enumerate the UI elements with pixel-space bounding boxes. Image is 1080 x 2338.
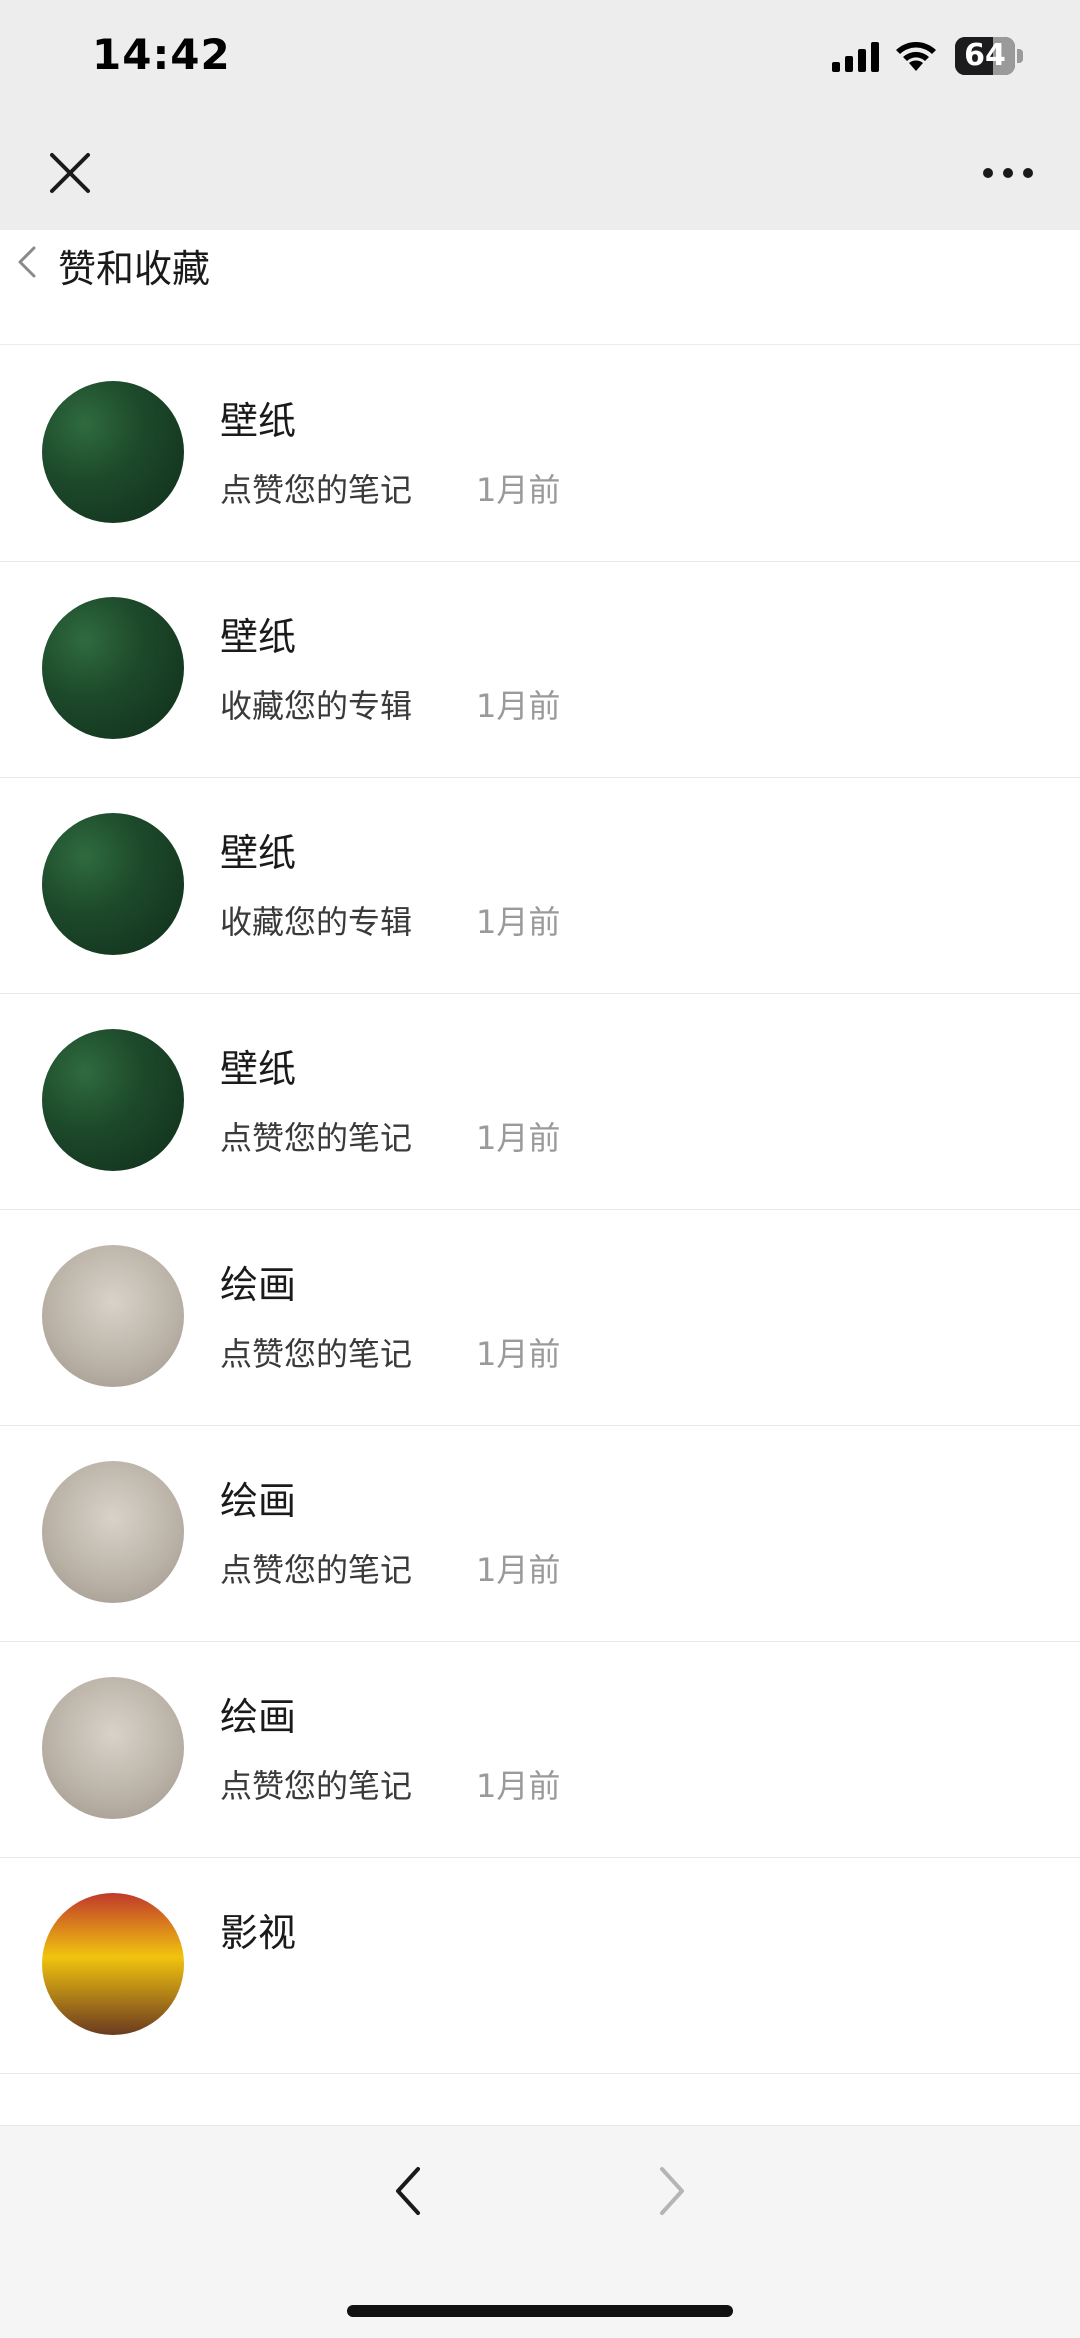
notification-row[interactable]: 绘画点赞您的笔记 1月前 xyxy=(0,1425,1080,1642)
avatar[interactable] xyxy=(42,597,184,739)
notification-row[interactable]: 绘画点赞您的笔记 1月前 xyxy=(0,1641,1080,1858)
avatar[interactable] xyxy=(42,1029,184,1171)
notification-time: 1月前 xyxy=(476,903,561,941)
notification-row[interactable]: 绘画点赞您的笔记 1月前 xyxy=(0,1209,1080,1426)
notification-action: 点赞您的笔记 xyxy=(220,471,413,509)
nav-bar xyxy=(0,115,1080,230)
notification-action: 点赞您的笔记 xyxy=(220,1767,413,1805)
notification-row[interactable]: 壁纸点赞您的笔记 1月前 xyxy=(0,345,1080,562)
avatar[interactable] xyxy=(42,1893,184,2035)
notification-row[interactable]: 壁纸收藏您的专辑 1月前 xyxy=(0,561,1080,778)
notification-user-name: 绘画 xyxy=(220,1263,297,1307)
notification-user-name: 壁纸 xyxy=(220,399,297,443)
page-header: 赞和收藏 xyxy=(0,230,1080,345)
avatar[interactable] xyxy=(42,813,184,955)
avatar[interactable] xyxy=(42,1245,184,1387)
page-title: 赞和收藏 xyxy=(58,247,211,291)
chevron-left-icon[interactable] xyxy=(16,244,38,280)
notification-time: 1月前 xyxy=(476,471,561,509)
avatar[interactable] xyxy=(42,381,184,523)
chevron-left-icon[interactable] xyxy=(388,2161,428,2221)
notification-user-name: 壁纸 xyxy=(220,615,297,659)
notification-time: 1月前 xyxy=(476,1551,561,1589)
cellular-signal-icon xyxy=(832,42,879,72)
chevron-right-icon[interactable] xyxy=(652,2161,692,2221)
notification-time: 1月前 xyxy=(476,1335,561,1373)
battery-percent: 64 xyxy=(964,38,1006,73)
notification-action: 点赞您的笔记 xyxy=(220,1335,413,1373)
avatar[interactable] xyxy=(42,1461,184,1603)
bottom-toolbar xyxy=(0,2125,1080,2338)
battery-icon: 64 xyxy=(955,37,1025,75)
notification-user-name: 壁纸 xyxy=(220,1047,297,1091)
notification-action: 点赞您的笔记 xyxy=(220,1551,413,1589)
notification-action: 点赞您的笔记 xyxy=(220,1119,413,1157)
home-indicator xyxy=(347,2305,733,2317)
notification-row[interactable]: 壁纸点赞您的笔记 1月前 xyxy=(0,993,1080,1210)
wifi-icon xyxy=(896,42,936,71)
notification-user-name: 绘画 xyxy=(220,1695,297,1739)
notification-time: 1月前 xyxy=(476,1119,561,1157)
notification-user-name: 绘画 xyxy=(220,1479,297,1523)
notification-user-name: 影视 xyxy=(220,1911,297,1955)
status-bar: 14:42 64 xyxy=(0,0,1080,115)
avatar[interactable] xyxy=(42,1677,184,1819)
notification-time: 1月前 xyxy=(476,687,561,725)
notification-action: 收藏您的专辑 xyxy=(220,903,413,941)
more-icon[interactable] xyxy=(980,155,1036,191)
notification-row[interactable]: 壁纸收藏您的专辑 1月前 xyxy=(0,777,1080,994)
notification-time: 1月前 xyxy=(476,1767,561,1805)
notification-row[interactable]: 影视 xyxy=(0,1857,1080,2074)
close-icon[interactable] xyxy=(44,147,96,199)
notification-action: 收藏您的专辑 xyxy=(220,687,413,725)
status-time: 14:42 xyxy=(92,30,231,79)
notification-user-name: 壁纸 xyxy=(220,831,297,875)
